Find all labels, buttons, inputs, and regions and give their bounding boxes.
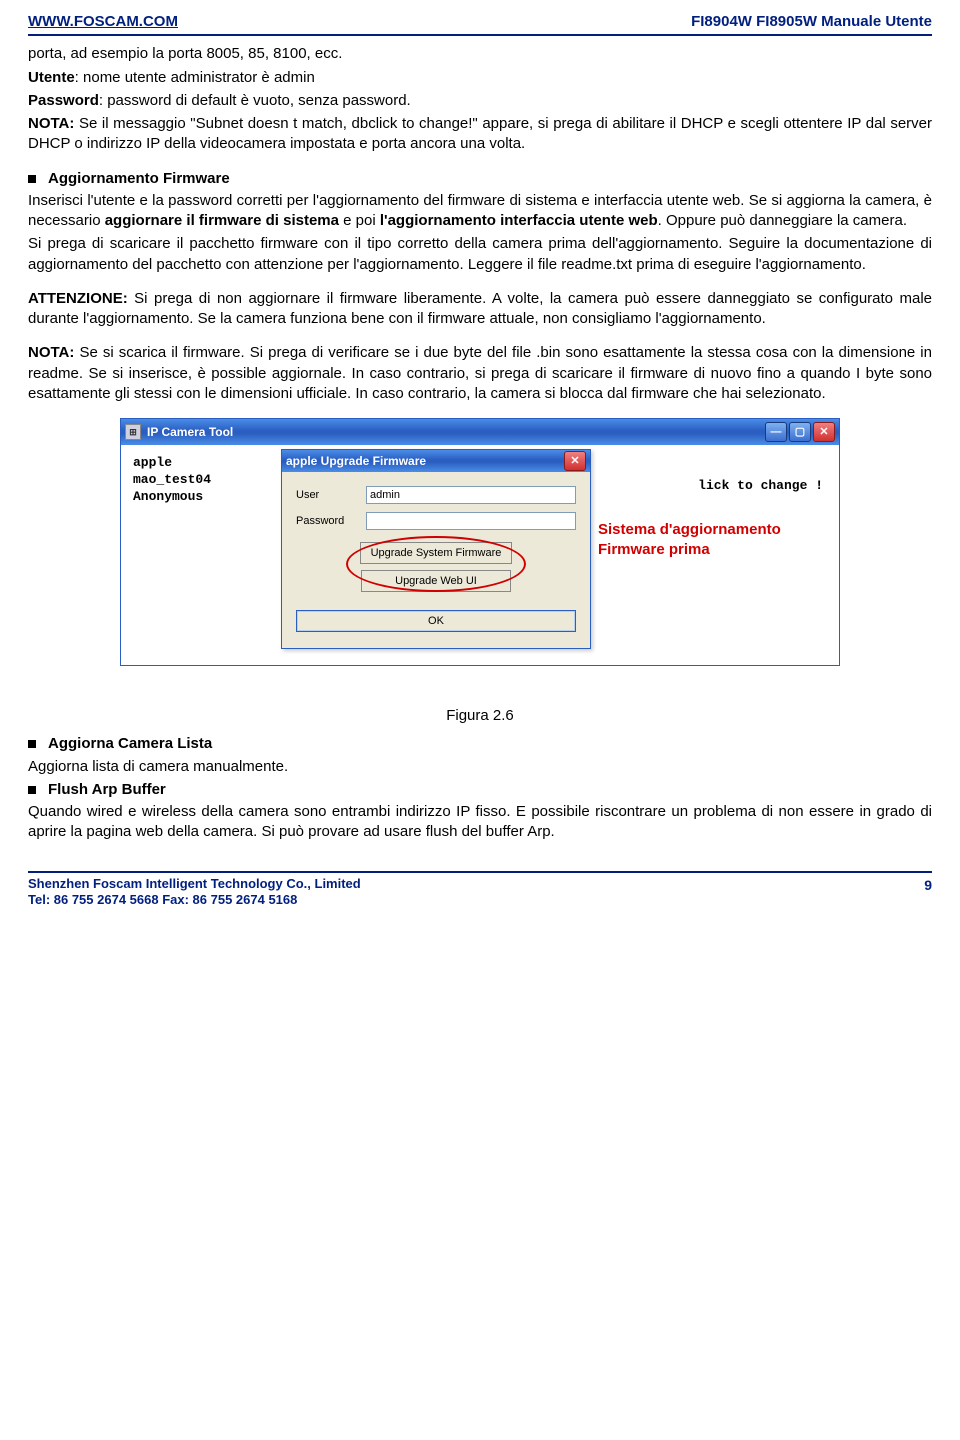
text-attenzione: Si prega di non aggiornare il firmware l…: [28, 290, 932, 327]
bullet-icon: [28, 175, 36, 183]
page-header: WWW.FOSCAM.COM FI8904W FI8905W Manuale U…: [28, 12, 932, 36]
paragraph-camera-list: Aggiorna lista di camera manualmente.: [28, 757, 932, 777]
header-manual-title: FI8904W FI8905W Manuale Utente: [691, 12, 932, 32]
app-icon: ⊞: [125, 424, 141, 440]
footer-tel: Tel: 86 755 2674 5668 Fax: 86 755 2674 5…: [28, 892, 361, 909]
header-site-link[interactable]: WWW.FOSCAM.COM: [28, 12, 178, 32]
password-input[interactable]: [366, 512, 576, 530]
password-label: Password: [296, 514, 366, 529]
close-button[interactable]: ✕: [813, 422, 835, 442]
paragraph-password: Password: password di default è vuoto, s…: [28, 91, 932, 111]
text-fw-1e: . Oppure può danneggiare la camera.: [658, 212, 907, 229]
paragraph-flush-arp: Quando wired e wireless della camera son…: [28, 802, 932, 843]
screenshot-window-wrap: ⊞ IP Camera Tool — ▢ ✕ apple mao_test04 …: [120, 418, 840, 666]
list-note-text: lick to change !: [698, 477, 823, 495]
footer-company: Shenzhen Foscam Intelligent Technology C…: [28, 876, 361, 893]
user-label: User: [296, 488, 366, 503]
text-fw-1b: aggiornare il firmware di sistema: [105, 212, 339, 229]
label-utente: Utente: [28, 69, 75, 86]
bullet-aggiornamento-firmware: Aggiornamento Firmware: [28, 169, 932, 189]
paragraph-firmware-2: Si prega di scaricare il pacchetto firmw…: [28, 234, 932, 275]
user-input[interactable]: [366, 486, 576, 504]
dialog-title: apple Upgrade Firmware: [286, 453, 562, 469]
user-row: User: [296, 486, 576, 504]
label-nota-2: NOTA:: [28, 344, 74, 361]
dialog-titlebar[interactable]: apple Upgrade Firmware ✕: [282, 450, 590, 472]
paragraph-nota-bin: NOTA: Se si scarica il firmware. Si preg…: [28, 343, 932, 404]
bullet-flush-arp: Flush Arp Buffer: [28, 780, 932, 800]
paragraph-firmware-1: Inserisci l'utente e la password corrett…: [28, 191, 932, 232]
bullet-label-flush-arp: Flush Arp Buffer: [48, 780, 166, 800]
text-password-desc: : password di default è vuoto, senza pas…: [99, 92, 411, 109]
password-row: Password: [296, 512, 576, 530]
label-attenzione: ATTENZIONE:: [28, 290, 128, 307]
footer-page-number: 9: [924, 876, 932, 895]
ok-button[interactable]: OK: [296, 610, 576, 632]
label-nota: NOTA:: [28, 115, 79, 132]
text-nota-subnet: Se il messaggio "Subnet doesn t match, d…: [28, 115, 932, 152]
paragraph-user: Utente: nome utente administrator è admi…: [28, 68, 932, 88]
red-annotation-text: Sistema d'aggiornamento Firmware prima: [598, 520, 834, 559]
figure-caption: Figura 2.6: [28, 706, 932, 726]
outer-window-title: IP Camera Tool: [147, 424, 763, 440]
outer-titlebar[interactable]: ⊞ IP Camera Tool — ▢ ✕: [121, 419, 839, 445]
bullet-label-firmware: Aggiornamento Firmware: [48, 169, 230, 189]
paragraph-port-example: porta, ad esempio la porta 8005, 85, 810…: [28, 44, 932, 64]
page-footer: Shenzhen Foscam Intelligent Technology C…: [28, 871, 932, 910]
paragraph-nota-subnet: NOTA: Se il messaggio "Subnet doesn t ma…: [28, 114, 932, 155]
bullet-label-camera-list: Aggiorna Camera Lista: [48, 734, 212, 754]
maximize-button[interactable]: ▢: [789, 422, 811, 442]
upgrade-web-ui-button[interactable]: Upgrade Web UI: [361, 570, 511, 592]
bullet-aggiorna-camera: Aggiorna Camera Lista: [28, 734, 932, 754]
footer-company-info: Shenzhen Foscam Intelligent Technology C…: [28, 876, 361, 910]
minimize-button[interactable]: —: [765, 422, 787, 442]
text-utente-desc: : nome utente administrator è admin: [75, 69, 315, 86]
bullet-icon: [28, 786, 36, 794]
paragraph-attenzione: ATTENZIONE: Si prega di non aggiornare i…: [28, 289, 932, 330]
upgrade-firmware-dialog: apple Upgrade Firmware ✕ User Password U…: [281, 449, 591, 649]
text-fw-1c: e poi: [339, 212, 380, 229]
upgrade-system-firmware-button[interactable]: Upgrade System Firmware: [360, 542, 513, 564]
bullet-icon: [28, 740, 36, 748]
text-fw-1d: l'aggiornamento interfaccia utente web: [380, 212, 658, 229]
dialog-close-button[interactable]: ✕: [564, 451, 586, 471]
upgrade-button-group: Upgrade System Firmware Upgrade Web UI: [296, 538, 576, 596]
text-nota-bin: Se si scarica il firmware. Si prega di v…: [28, 344, 932, 402]
label-password: Password: [28, 92, 99, 109]
dialog-body: User Password Upgrade System Firmware Up…: [282, 472, 590, 648]
